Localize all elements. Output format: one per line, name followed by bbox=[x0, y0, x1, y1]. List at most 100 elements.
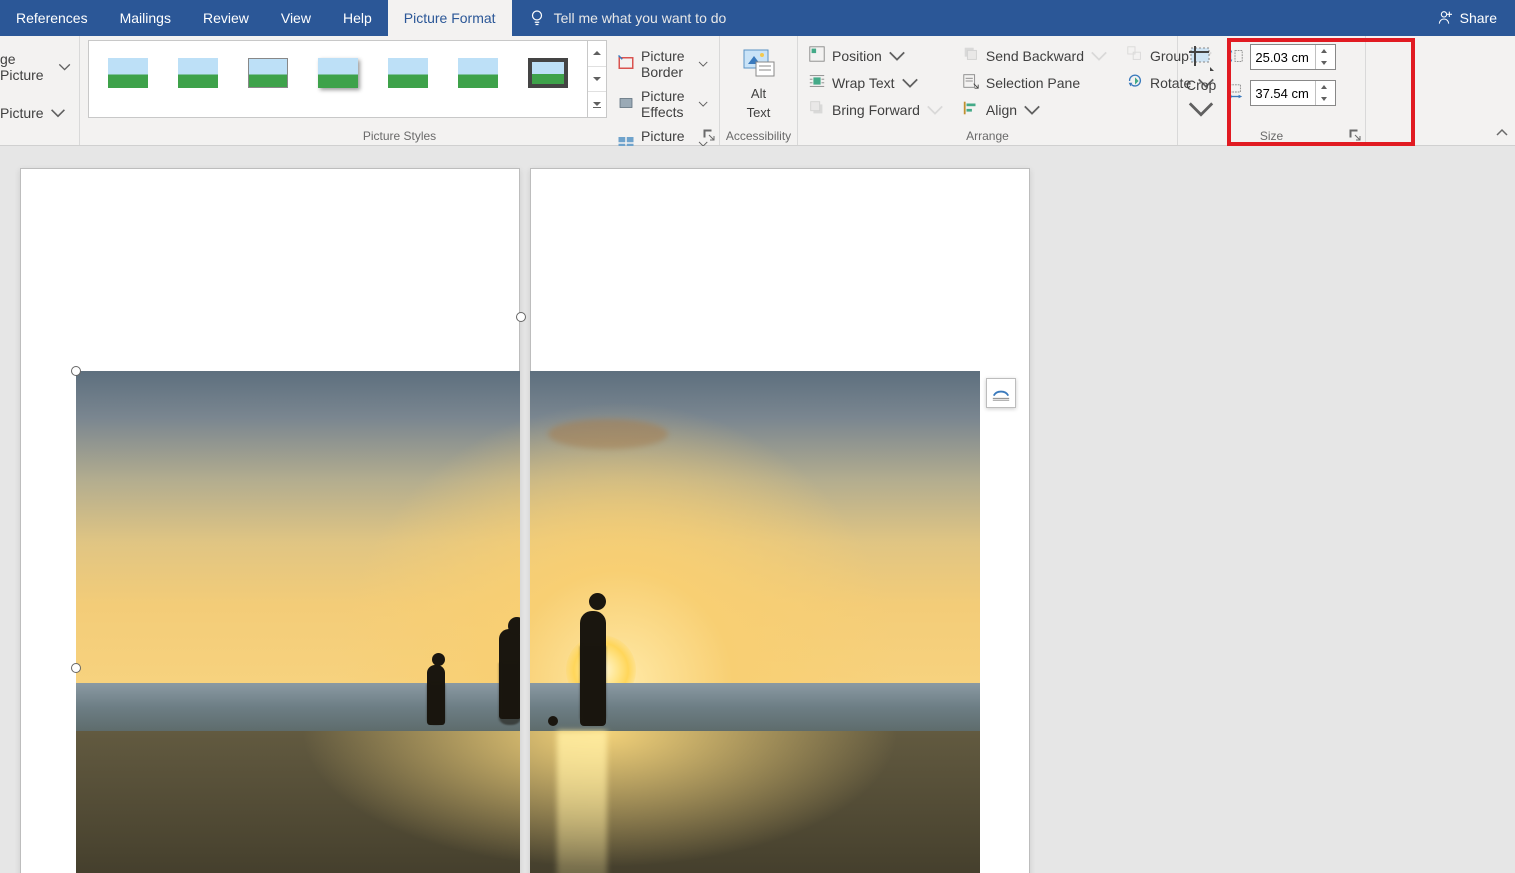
gallery-scroll-up[interactable] bbox=[588, 41, 606, 67]
tell-me-label: Tell me what you want to do bbox=[554, 10, 727, 26]
selection-handle-tl[interactable] bbox=[71, 366, 81, 376]
wrap-text-icon bbox=[808, 72, 826, 93]
picture-effects-button[interactable]: Picture Effects bbox=[613, 86, 713, 122]
group-label: Accessibility bbox=[720, 129, 797, 143]
chevron-down-icon bbox=[926, 101, 944, 119]
selection-pane-button[interactable]: Selection Pane bbox=[960, 71, 1110, 94]
gallery-scroll-down[interactable] bbox=[588, 67, 606, 93]
ribbon: ge Picture Picture bbox=[0, 36, 1515, 146]
chevron-down-icon bbox=[888, 47, 906, 65]
group-arrange: Position Wrap Text Bring Forward Sen bbox=[798, 36, 1178, 145]
chevron-down-icon bbox=[1187, 95, 1215, 123]
chevron-down-icon bbox=[1090, 47, 1108, 65]
send-backward-label: Send Backward bbox=[986, 48, 1084, 64]
collapse-ribbon-button[interactable] bbox=[1495, 126, 1509, 143]
gallery-more[interactable] bbox=[588, 92, 606, 117]
group-size: Crop bbox=[1178, 36, 1366, 145]
group-label: Size bbox=[1178, 129, 1365, 143]
tell-me-search[interactable]: Tell me what you want to do bbox=[512, 8, 743, 29]
crop-label: Crop bbox=[1186, 77, 1216, 93]
position-label: Position bbox=[832, 48, 882, 64]
tab-references[interactable]: References bbox=[0, 0, 104, 36]
align-icon bbox=[962, 99, 980, 120]
width-icon bbox=[1226, 83, 1244, 104]
crop-icon bbox=[1187, 44, 1215, 75]
group-adjust: ge Picture Picture bbox=[0, 36, 80, 145]
picture-styles-gallery bbox=[88, 40, 607, 118]
tab-help[interactable]: Help bbox=[327, 0, 388, 36]
chevron-down-icon bbox=[698, 55, 708, 73]
position-button[interactable]: Position bbox=[806, 44, 946, 67]
style-thumb-3[interactable] bbox=[239, 49, 297, 97]
change-picture-button[interactable]: ge Picture bbox=[0, 54, 71, 80]
chevron-down-icon bbox=[698, 95, 708, 113]
adjust-label: Picture bbox=[0, 105, 44, 121]
width-input[interactable] bbox=[1251, 84, 1315, 103]
picture-effects-icon bbox=[617, 94, 635, 115]
group-icon bbox=[1126, 45, 1144, 66]
alt-text-icon bbox=[742, 46, 776, 83]
height-spin-down[interactable] bbox=[1316, 57, 1331, 69]
style-thumb-2[interactable] bbox=[169, 49, 227, 97]
adjust-label: ge Picture bbox=[0, 51, 52, 83]
tab-mailings[interactable]: Mailings bbox=[104, 0, 187, 36]
picture-border-button[interactable]: Picture Border bbox=[613, 46, 713, 82]
tab-view[interactable]: View bbox=[265, 0, 327, 36]
size-launcher[interactable] bbox=[1348, 128, 1362, 142]
height-icon bbox=[1226, 47, 1244, 68]
chevron-down-icon bbox=[1023, 101, 1041, 119]
style-thumb-5[interactable] bbox=[379, 49, 437, 97]
ribbon-tabs-bar: References Mailings Review View Help Pic… bbox=[0, 0, 1515, 36]
lightbulb-icon bbox=[528, 8, 546, 29]
position-icon bbox=[808, 45, 826, 66]
selection-pane-label: Selection Pane bbox=[986, 75, 1080, 91]
group-label: Arrange bbox=[798, 129, 1177, 143]
layout-options-button[interactable] bbox=[986, 378, 1016, 408]
selection-handle-rot[interactable] bbox=[516, 312, 526, 322]
layout-options-icon bbox=[991, 382, 1011, 405]
wrap-text-button[interactable]: Wrap Text bbox=[806, 71, 946, 94]
bring-forward-button[interactable]: Bring Forward bbox=[806, 98, 946, 121]
style-thumb-4[interactable] bbox=[309, 49, 367, 97]
align-button[interactable]: Align bbox=[960, 98, 1110, 121]
reset-picture-button[interactable]: Picture bbox=[0, 100, 71, 126]
bring-forward-icon bbox=[808, 99, 826, 120]
picture-border-icon bbox=[617, 54, 635, 75]
alt-text-label2: Text bbox=[747, 106, 771, 120]
wrap-text-label: Wrap Text bbox=[832, 75, 895, 91]
height-input-wrap bbox=[1250, 44, 1336, 70]
width-input-wrap bbox=[1250, 80, 1336, 106]
tab-picture-format[interactable]: Picture Format bbox=[388, 0, 512, 36]
chevron-down-icon bbox=[50, 105, 66, 121]
height-spin-up[interactable] bbox=[1316, 45, 1331, 57]
chevron-down-icon bbox=[58, 59, 71, 75]
picture-border-label: Picture Border bbox=[641, 48, 692, 80]
width-spin-down[interactable] bbox=[1316, 93, 1331, 105]
selected-picture-left-half[interactable] bbox=[76, 371, 520, 873]
gallery-scroll bbox=[587, 40, 607, 118]
style-thumb-7[interactable] bbox=[519, 49, 577, 97]
send-backward-button[interactable]: Send Backward bbox=[960, 44, 1110, 67]
width-control bbox=[1226, 80, 1336, 106]
group-label: Picture Styles bbox=[80, 129, 719, 143]
crop-button[interactable]: Crop bbox=[1186, 44, 1216, 123]
width-spin-up[interactable] bbox=[1316, 81, 1331, 93]
chevron-down-icon bbox=[901, 74, 919, 92]
alt-text-button[interactable]: Alt Text bbox=[742, 40, 776, 120]
selected-picture-right-half[interactable] bbox=[530, 371, 980, 873]
picture-effects-label: Picture Effects bbox=[641, 88, 692, 120]
selection-handle-ml[interactable] bbox=[71, 663, 81, 673]
share-button[interactable]: Share bbox=[1420, 9, 1515, 28]
send-backward-icon bbox=[962, 45, 980, 66]
height-input[interactable] bbox=[1251, 48, 1315, 67]
group-picture-styles: Picture Border Picture Effects Picture L… bbox=[80, 36, 720, 145]
bring-forward-label: Bring Forward bbox=[832, 102, 920, 118]
tab-review[interactable]: Review bbox=[187, 0, 265, 36]
document-canvas[interactable] bbox=[0, 146, 1515, 873]
style-thumb-1[interactable] bbox=[99, 49, 157, 97]
rotate-icon bbox=[1126, 72, 1144, 93]
picture-styles-launcher[interactable] bbox=[702, 128, 716, 142]
style-thumb-6[interactable] bbox=[449, 49, 507, 97]
height-control bbox=[1226, 44, 1336, 70]
align-label: Align bbox=[986, 102, 1017, 118]
